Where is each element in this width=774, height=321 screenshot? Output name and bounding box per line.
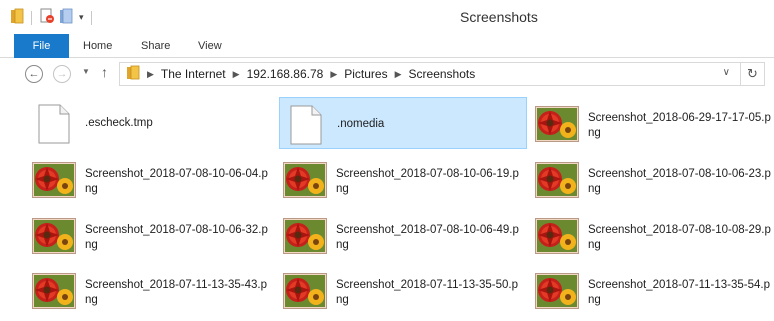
file-item[interactable]: .escheck.tmp xyxy=(28,97,276,149)
file-item[interactable]: Screenshot_2018-07-08-10-06-19.png xyxy=(279,153,527,205)
chevron-right-icon[interactable]: ▶ xyxy=(395,69,402,80)
chevron-right-icon[interactable]: ▶ xyxy=(147,69,154,80)
image-thumbnail-icon xyxy=(535,106,579,142)
title-bar: ▾ Screenshots xyxy=(0,0,774,34)
file-item[interactable]: Screenshot_2018-07-11-13-35-43.png xyxy=(28,264,276,316)
image-thumbnail-icon xyxy=(283,273,327,309)
file-name-label: Screenshot_2018-07-08-10-06-04.png xyxy=(85,168,268,195)
file-name-label: Screenshot_2018-07-11-13-35-54.png xyxy=(588,279,770,306)
new-folder-icon[interactable] xyxy=(59,8,73,27)
refresh-icon[interactable]: ↻ xyxy=(740,63,764,85)
file-name-label: Screenshot_2018-06-29-17-17-05.png xyxy=(588,112,771,139)
tab-file[interactable]: File xyxy=(14,34,69,58)
breadcrumb-item[interactable]: Screenshots xyxy=(409,67,476,81)
forward-arrow-icon[interactable]: → xyxy=(53,65,71,83)
file-item[interactable]: Screenshot_2018-06-29-17-17-05.png xyxy=(531,97,774,149)
file-item[interactable]: Screenshot_2018-07-11-13-35-50.png xyxy=(279,264,527,316)
chevron-right-icon[interactable]: ▶ xyxy=(233,69,240,80)
image-thumbnail-icon xyxy=(32,162,76,198)
back-arrow-icon[interactable]: ← xyxy=(25,65,43,83)
navigation-bar: ← → ▼ ↑ ▶ The Internet ▶ 192.168.86.78 ▶… xyxy=(0,58,774,90)
document-file-icon xyxy=(290,105,322,145)
customize-toolbar-icon[interactable]: ▾ xyxy=(79,12,84,23)
ribbon-tabs: File Home Share View xyxy=(0,34,774,58)
recent-locations-chevron-icon[interactable]: ▼ xyxy=(82,67,90,76)
image-thumbnail-icon xyxy=(32,218,76,254)
tab-home[interactable]: Home xyxy=(83,34,112,58)
file-name-label: Screenshot_2018-07-08-10-08-29.png xyxy=(588,224,771,251)
quick-access-toolbar: ▾ xyxy=(10,8,95,27)
file-name-label: Screenshot_2018-07-11-13-35-50.png xyxy=(336,279,518,306)
window-title: Screenshots xyxy=(460,9,538,25)
breadcrumb-item[interactable]: The Internet xyxy=(161,67,226,81)
tab-share[interactable]: Share xyxy=(141,34,170,58)
breadcrumb-item[interactable]: 192.168.86.78 xyxy=(247,67,324,81)
file-name-label: Screenshot_2018-07-08-10-06-49.png xyxy=(336,224,519,251)
file-item[interactable]: Screenshot_2018-07-08-10-06-49.png xyxy=(279,209,527,261)
image-thumbnail-icon xyxy=(283,162,327,198)
file-name-label: Screenshot_2018-07-08-10-06-19.png xyxy=(336,168,519,195)
file-name-label: .nomedia xyxy=(337,118,385,130)
file-item[interactable]: Screenshot_2018-07-08-10-08-29.png xyxy=(531,209,774,261)
file-item[interactable]: Screenshot_2018-07-08-10-06-32.png xyxy=(28,209,276,261)
toolbar-divider xyxy=(31,10,32,25)
image-thumbnail-icon xyxy=(283,218,327,254)
tab-view[interactable]: View xyxy=(198,34,222,58)
toolbar-divider xyxy=(90,10,92,25)
file-item[interactable]: Screenshot_2018-07-08-10-06-23.png xyxy=(531,153,774,205)
image-thumbnail-icon xyxy=(535,273,579,309)
properties-icon[interactable] xyxy=(39,8,55,27)
chevron-down-icon[interactable]: ∨ xyxy=(723,67,730,78)
image-thumbnail-icon xyxy=(32,273,76,309)
file-name-label: .escheck.tmp xyxy=(85,117,153,129)
file-item[interactable]: Screenshot_2018-07-08-10-06-04.png xyxy=(28,153,276,205)
folder-icon[interactable] xyxy=(10,8,24,27)
file-name-label: Screenshot_2018-07-08-10-06-32.png xyxy=(85,224,268,251)
breadcrumb-item[interactable]: Pictures xyxy=(344,67,387,81)
chevron-right-icon[interactable]: ▶ xyxy=(330,69,337,80)
breadcrumb: ▶ The Internet ▶ 192.168.86.78 ▶ Picture… xyxy=(126,63,475,85)
image-thumbnail-icon xyxy=(535,162,579,198)
file-item[interactable]: Screenshot_2018-07-11-13-35-54.png xyxy=(531,264,774,316)
address-bar[interactable]: ▶ The Internet ▶ 192.168.86.78 ▶ Picture… xyxy=(119,62,765,86)
image-thumbnail-icon xyxy=(535,218,579,254)
file-name-label: Screenshot_2018-07-11-13-35-43.png xyxy=(85,279,267,306)
document-file-icon xyxy=(38,104,70,144)
file-item[interactable]: .nomedia xyxy=(279,97,527,149)
up-arrow-icon[interactable]: ↑ xyxy=(101,64,108,80)
file-name-label: Screenshot_2018-07-08-10-06-23.png xyxy=(588,168,771,195)
folder-icon xyxy=(126,65,140,83)
